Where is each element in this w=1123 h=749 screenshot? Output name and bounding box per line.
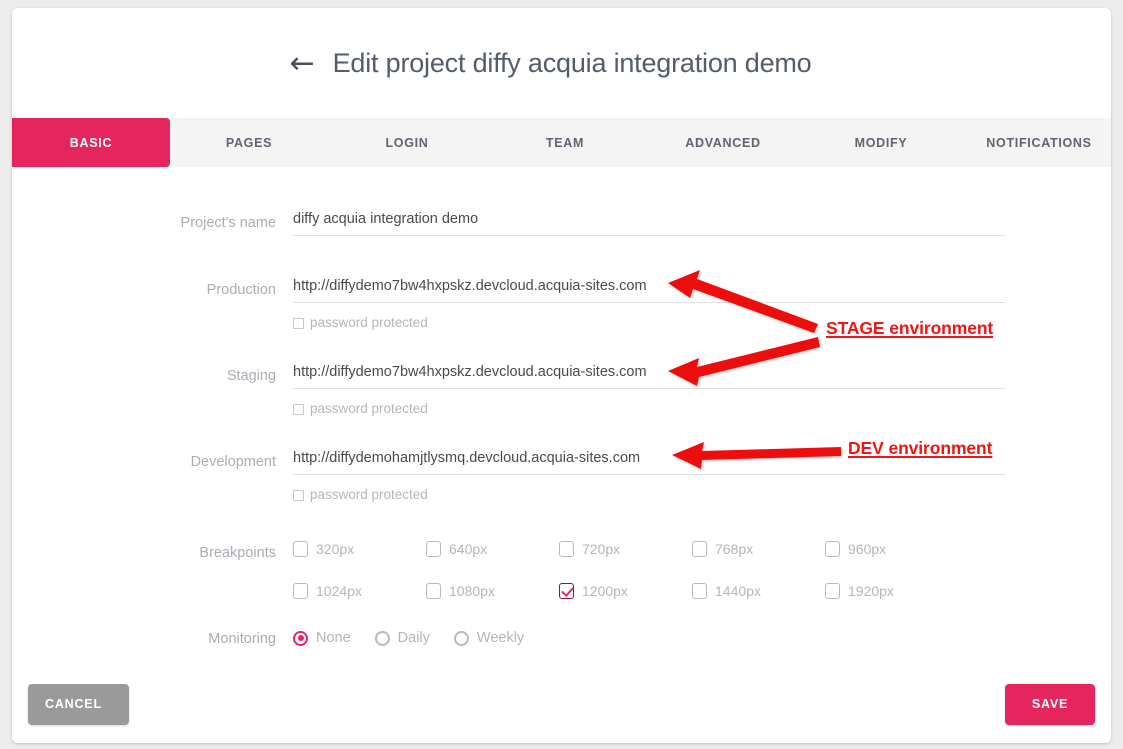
form-basic: Project's name Production password prote… <box>12 167 1111 688</box>
breakpoint-960px[interactable]: 960px <box>825 541 958 557</box>
tab-bar: BASIC PAGES LOGIN TEAM ADVANCED MODIFY N… <box>12 118 1111 167</box>
checkbox-box-icon <box>426 583 441 599</box>
project-name-label: Project's name <box>180 215 276 231</box>
breakpoint-1440px[interactable]: 1440px <box>692 583 825 599</box>
development-label: Development <box>190 454 276 470</box>
checkbox-box-icon <box>692 541 707 557</box>
checkbox-box-icon <box>293 317 304 329</box>
tab-team[interactable]: TEAM <box>486 118 644 167</box>
field-row-project-name: Project's name <box>12 211 1111 236</box>
breakpoint-640px[interactable]: 640px <box>426 541 559 557</box>
production-password-protected-label: password protected <box>310 315 428 330</box>
field-row-monitoring: Monitoring None Daily Weekly <box>12 627 1111 649</box>
field-row-staging: Staging password protected <box>12 364 1111 416</box>
cancel-button[interactable]: CANCEL <box>28 683 129 725</box>
page-title: Edit project diffy acquia integration de… <box>332 47 812 78</box>
monitoring-weekly-label: Weekly <box>476 630 525 646</box>
tab-pages-label: PAGES <box>225 135 273 150</box>
breakpoint-960px-label: 960px <box>848 541 887 557</box>
tab-pages[interactable]: PAGES <box>170 118 328 167</box>
production-label: Production <box>206 282 276 298</box>
tab-login-label: LOGIN <box>385 135 429 150</box>
breakpoint-1440px-label: 1440px <box>715 583 761 599</box>
monitoring-daily-label: Daily <box>397 630 430 646</box>
breakpoint-720px[interactable]: 720px <box>559 541 692 557</box>
breakpoint-640px-label: 640px <box>449 541 488 557</box>
staging-label: Staging <box>226 368 276 384</box>
checkbox-checked-icon <box>559 583 574 599</box>
staging-password-protected-checkbox[interactable]: password protected <box>293 402 1005 416</box>
radio-icon <box>453 630 469 646</box>
staging-password-protected-label: password protected <box>310 401 428 416</box>
field-row-production: Production password protected <box>12 278 1111 330</box>
breakpoints-label: Breakpoints <box>199 545 276 561</box>
checkbox-box-icon <box>293 489 304 501</box>
breakpoint-1200px-label: 1200px <box>582 583 628 599</box>
arrow-left-icon[interactable]: ← <box>289 49 314 79</box>
checkbox-box-icon <box>293 403 304 415</box>
tab-advanced[interactable]: ADVANCED <box>644 118 802 167</box>
radio-icon <box>374 630 390 646</box>
monitoring-option-none[interactable]: None <box>293 630 351 646</box>
breakpoint-1080px-label: 1080px <box>449 583 495 599</box>
breakpoint-1920px-label: 1920px <box>848 583 894 599</box>
edit-project-card: ← Edit project diffy acquia integration … <box>12 8 1111 743</box>
tab-advanced-label: ADVANCED <box>685 135 761 150</box>
development-url-input[interactable] <box>293 450 1005 475</box>
breakpoint-1024px[interactable]: 1024px <box>293 583 426 599</box>
tab-login[interactable]: LOGIN <box>328 118 486 167</box>
development-password-protected-label: password protected <box>310 487 428 502</box>
development-password-protected-checkbox[interactable]: password protected <box>293 488 1005 502</box>
production-password-protected-checkbox[interactable]: password protected <box>293 316 1005 330</box>
radio-selected-icon <box>293 630 308 646</box>
monitoring-option-daily[interactable]: Daily <box>374 630 430 646</box>
checkbox-box-icon <box>293 583 308 599</box>
tab-notifications[interactable]: NOTIFICATIONS <box>960 118 1111 167</box>
save-button[interactable]: SAVE <box>1005 683 1095 725</box>
tab-notifications-label: NOTIFICATIONS <box>986 135 1092 150</box>
breakpoint-720px-label: 720px <box>582 541 621 557</box>
card-footer: CANCEL SAVE <box>12 665 1111 743</box>
breakpoint-768px-label: 768px <box>715 541 754 557</box>
breakpoint-1920px[interactable]: 1920px <box>825 583 958 599</box>
checkbox-box-icon <box>825 583 840 599</box>
tab-basic[interactable]: BASIC <box>12 118 170 167</box>
breakpoint-1024px-label: 1024px <box>316 583 362 599</box>
field-row-development: Development password protected <box>12 450 1111 502</box>
checkbox-box-icon <box>426 541 441 557</box>
tab-team-label: TEAM <box>545 135 585 150</box>
project-name-input[interactable] <box>293 211 1005 236</box>
staging-url-input[interactable] <box>293 364 1005 389</box>
breakpoint-1200px[interactable]: 1200px <box>559 583 692 599</box>
app-root: ← Edit project diffy acquia integration … <box>0 0 1123 749</box>
breakpoint-320px-label: 320px <box>316 541 355 557</box>
production-url-input[interactable] <box>293 278 1005 303</box>
breakpoint-320px[interactable]: 320px <box>293 541 426 557</box>
breakpoint-1080px[interactable]: 1080px <box>426 583 559 599</box>
monitoring-label: Monitoring <box>208 631 276 647</box>
field-row-breakpoints: Breakpoints 320px 640px 720px 768px 960p… <box>12 541 1111 625</box>
card-header: ← Edit project diffy acquia integration … <box>12 8 1111 118</box>
checkbox-box-icon <box>293 541 308 557</box>
checkbox-box-icon <box>825 541 840 557</box>
checkbox-box-icon <box>559 541 574 557</box>
breakpoint-768px[interactable]: 768px <box>692 541 825 557</box>
tab-basic-label: BASIC <box>69 135 113 150</box>
monitoring-option-weekly[interactable]: Weekly <box>453 630 525 646</box>
tab-modify[interactable]: MODIFY <box>802 118 960 167</box>
tab-modify-label: MODIFY <box>854 135 908 150</box>
checkbox-box-icon <box>692 583 707 599</box>
monitoring-none-label: None <box>316 630 351 646</box>
